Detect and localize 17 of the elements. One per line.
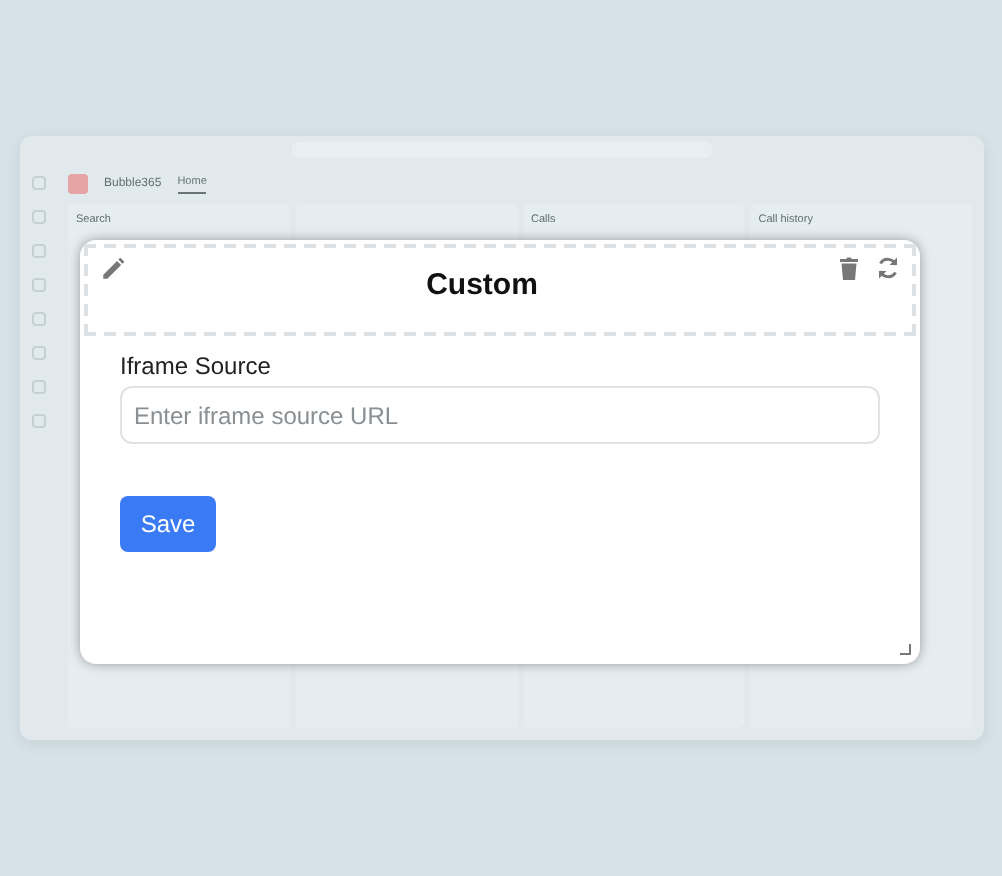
save-button[interactable]: Save [120, 496, 216, 552]
sidebar-icon[interactable] [31, 414, 45, 428]
refresh-icon[interactable] [876, 256, 900, 280]
sidebar-icon[interactable] [31, 312, 45, 326]
sidebar-icon[interactable] [31, 278, 45, 292]
sidebar-icon[interactable] [31, 380, 45, 394]
sidebar-icon[interactable] [31, 244, 45, 258]
sidebar-icon[interactable] [31, 346, 45, 360]
input-field[interactable]: Enter iframe source URL [120, 386, 880, 444]
logo-icon [68, 174, 88, 194]
field-label: Iframe Source [120, 350, 273, 384]
trash-icon[interactable] [838, 256, 860, 280]
resize-handle-icon[interactable] [900, 644, 912, 656]
pencil-icon[interactable] [100, 256, 126, 282]
modal-title: Custom [426, 266, 538, 306]
sidebar-icon[interactable] [31, 210, 45, 224]
sidebar-icon[interactable] [31, 176, 45, 190]
